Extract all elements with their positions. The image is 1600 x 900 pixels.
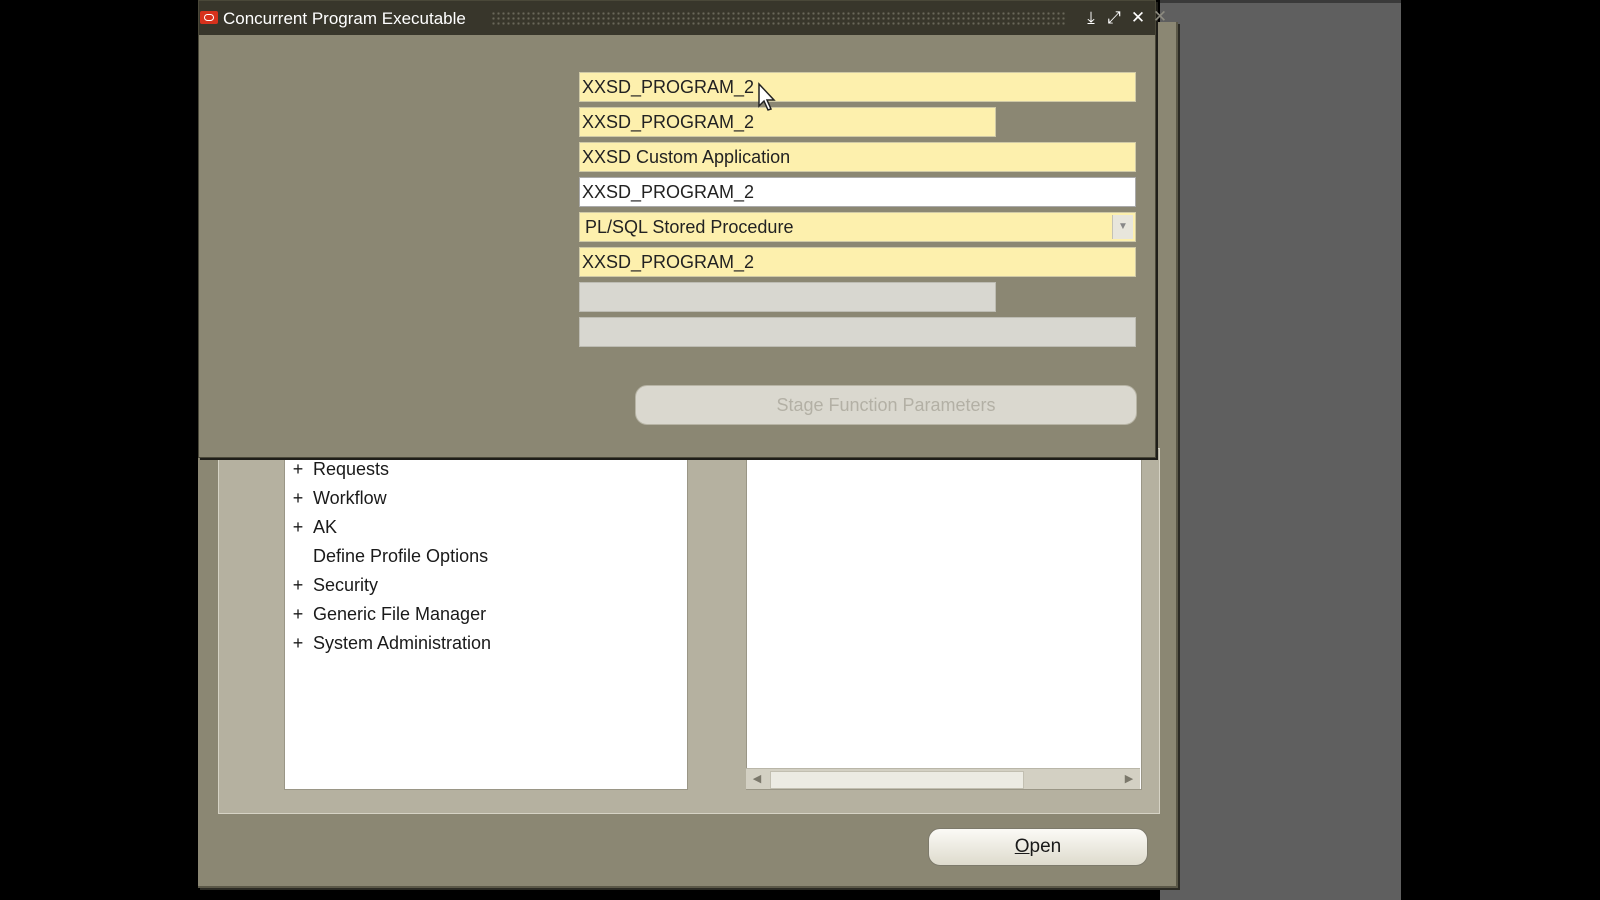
- executable-field[interactable]: XXSD_PROGRAM_2: [579, 72, 1136, 102]
- open-button[interactable]: Open: [928, 828, 1148, 866]
- tree-item-label: Workflow: [313, 488, 387, 508]
- desktop-background: [1160, 0, 1401, 900]
- description-field[interactable]: XXSD_PROGRAM_2: [579, 177, 1136, 207]
- executable-dialog: Concurrent Program Executable ⤓ ⤢ ✕ Exec…: [198, 0, 1156, 458]
- minimize-icon[interactable]: ⤓: [1081, 8, 1101, 28]
- background-close-icon[interactable]: ✕: [1150, 7, 1170, 27]
- desktop-top-edge: [1160, 0, 1401, 3]
- titlebar-grip: [491, 11, 1067, 27]
- execution-method-select[interactable]: PL/SQL Stored Procedure ▼: [579, 212, 1136, 242]
- horizontal-scrollbar[interactable]: ◀ ▶: [746, 768, 1140, 789]
- oracle-logo-icon: [200, 11, 218, 24]
- tree-item-label: Define Profile Options: [313, 546, 489, 566]
- dialog-titlebar[interactable]: Concurrent Program Executable ⤓ ⤢ ✕: [199, 1, 1155, 35]
- expand-icon[interactable]: +: [291, 571, 305, 599]
- expand-icon[interactable]: +: [291, 513, 305, 541]
- stage-function-parameters-button: Stage Function Parameters: [635, 385, 1137, 425]
- expand-icon[interactable]: +: [291, 484, 305, 512]
- chevron-down-icon[interactable]: ▼: [1112, 215, 1133, 239]
- tree-item-label: System Administration: [313, 633, 492, 653]
- maximize-icon[interactable]: ⤢: [1104, 8, 1124, 28]
- expand-icon[interactable]: +: [291, 600, 305, 628]
- tree-item-label: Generic File Manager: [313, 604, 487, 624]
- application-field[interactable]: XXSD Custom Application: [579, 142, 1136, 172]
- dialog-title: Concurrent Program Executable: [223, 9, 466, 28]
- top-ten-list-panel[interactable]: [746, 448, 1142, 790]
- scrollbar-thumb[interactable]: [770, 771, 1024, 789]
- scroll-left-icon[interactable]: ◀: [748, 769, 766, 789]
- execution-method-value: PL/SQL Stored Procedure: [585, 217, 794, 237]
- short-name-field[interactable]: XXSD_PROGRAM_2: [579, 107, 996, 137]
- tree-item-label: Security: [313, 575, 379, 595]
- tree-item-label: AK: [313, 517, 338, 537]
- mouse-cursor-icon: [758, 82, 776, 111]
- tree-item-label: Requests: [313, 459, 390, 479]
- open-button-mnemonic: O: [1014, 836, 1030, 857]
- execution-file-path-field: [579, 317, 1136, 347]
- scroll-right-icon[interactable]: ▶: [1120, 769, 1138, 789]
- expand-icon[interactable]: +: [291, 629, 305, 657]
- expand-icon[interactable]: +: [291, 455, 305, 483]
- open-button-label: pen: [1029, 836, 1062, 857]
- execution-file-name-field[interactable]: XXSD_PROGRAM_2: [579, 247, 1136, 277]
- function-tree[interactable]: + Requests + Workflow + AK Define Profil…: [284, 448, 688, 790]
- close-icon[interactable]: ✕: [1128, 8, 1148, 28]
- subroutine-name-field: [579, 282, 996, 312]
